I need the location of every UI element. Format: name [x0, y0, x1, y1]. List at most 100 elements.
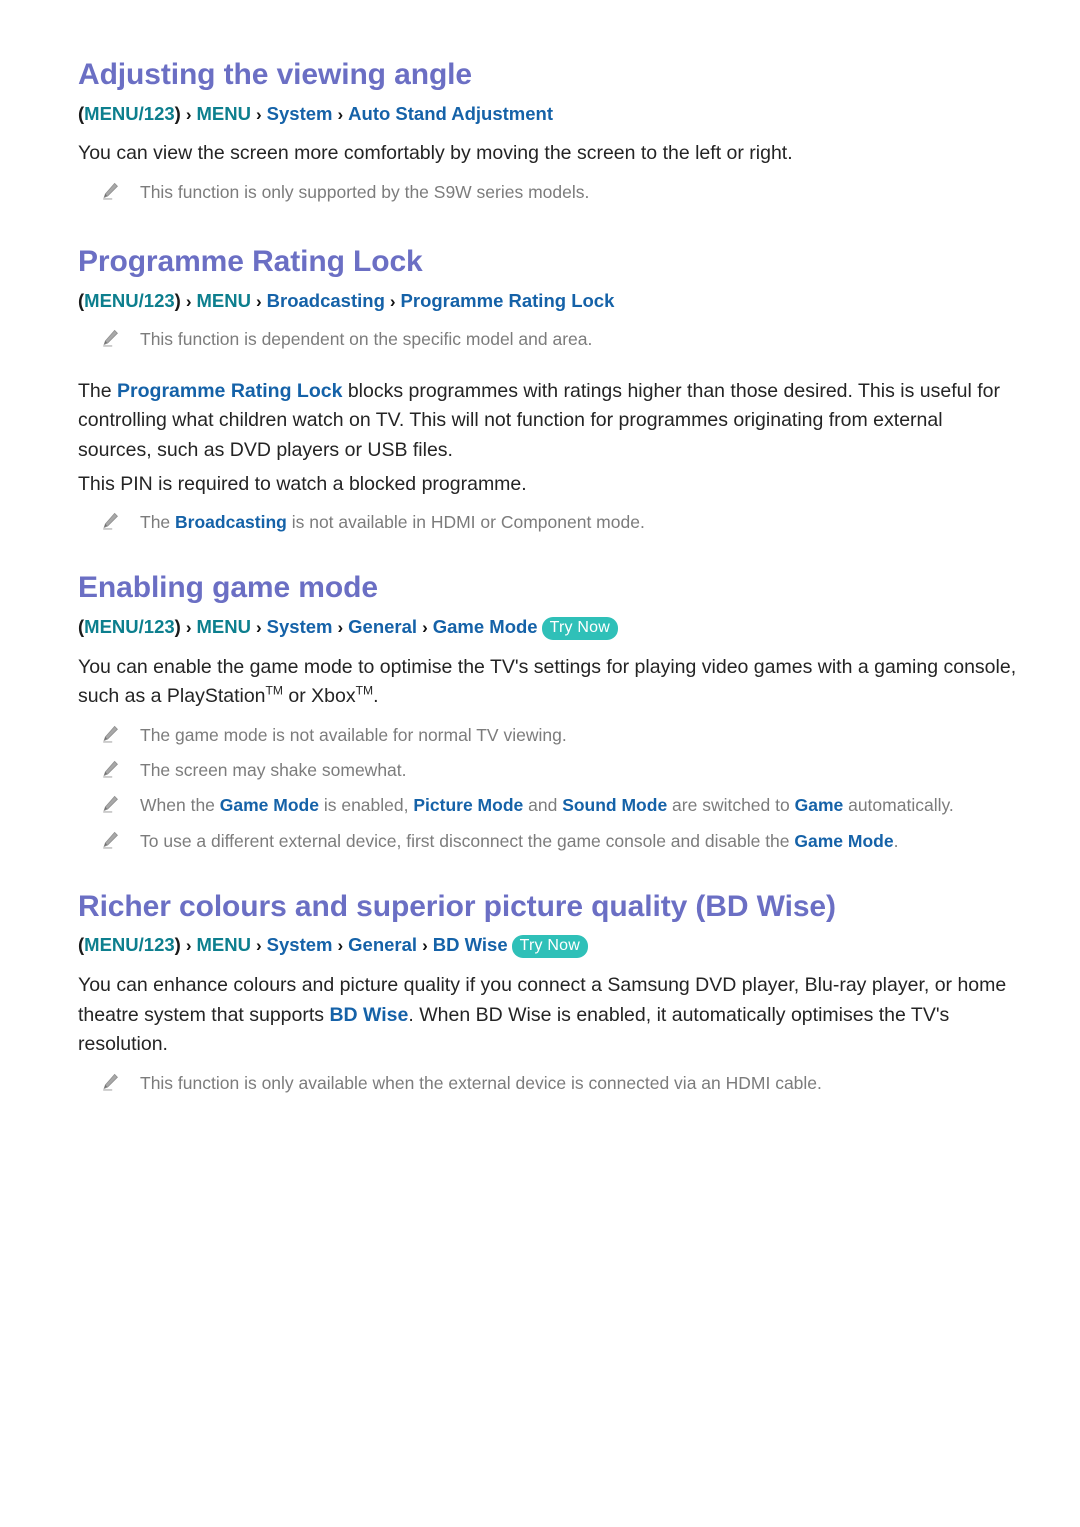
page-title: Richer colours and superior picture qual…	[78, 889, 836, 923]
chevron-right-icon: ›	[422, 617, 428, 637]
breadcrumb-item-system[interactable]: System	[267, 103, 333, 124]
chevron-right-icon: ›	[337, 936, 344, 956]
breadcrumb-item-general[interactable]: General	[348, 934, 417, 955]
note-text: This function is dependent on the specif…	[140, 329, 593, 350]
note-text-d: are switched to	[667, 795, 795, 816]
breadcrumb-item-broadcasting[interactable]: Broadcasting	[267, 290, 385, 311]
body-paragraph: You can enhance colours and picture qual…	[78, 971, 1020, 1060]
section-bd-wise: Richer colours and superior picture qual…	[78, 888, 1020, 1096]
paragraph-text-lead: The	[78, 379, 118, 402]
breadcrumb-item-system[interactable]: System	[267, 616, 333, 637]
paragraph-text-tail: .	[373, 685, 379, 708]
note-item: When the Game Mode is enabled, Picture M…	[78, 792, 1020, 818]
trademark-symbol: TM	[355, 683, 374, 698]
body-paragraph: You can enable the game mode to optimise…	[78, 653, 1020, 712]
note-item: The Broadcasting is not available in HDM…	[78, 509, 1020, 535]
note-text-b: is enabled,	[318, 795, 414, 816]
breadcrumb-item-bd-wise[interactable]: BD Wise	[433, 934, 508, 955]
pencil-icon	[100, 830, 120, 850]
body-paragraph: You can view the screen more comfortably…	[78, 142, 793, 165]
body-paragraph: The Programme Rating Lock blocks program…	[78, 377, 1020, 466]
breadcrumb-item-auto-stand-adjustment[interactable]: Auto Stand Adjustment	[348, 103, 553, 124]
breadcrumb-item-programme-rating-lock[interactable]: Programme Rating Lock	[401, 290, 615, 311]
note-text-e: automatically.	[843, 795, 954, 816]
try-now-badge[interactable]: Try Now	[541, 616, 618, 640]
note-text: The game mode is not available for norma…	[140, 724, 567, 745]
note-item: This function is only available when the…	[78, 1070, 1020, 1096]
note-text-c: and	[523, 795, 563, 816]
chevron-right-icon: ›	[389, 291, 396, 311]
note-text-a: When the	[140, 795, 220, 816]
manual-page: Adjusting the viewing angle (MENU/123) › M…	[0, 0, 1080, 1527]
paragraph-text-lead: You can enable the game mode to optimise…	[78, 655, 1017, 708]
note-text-tail: is not available in HDMI or Component mo…	[286, 512, 645, 533]
note-item: The game mode is not available for norma…	[78, 722, 1020, 748]
inline-link-game[interactable]: Game	[795, 795, 844, 815]
pencil-icon	[100, 328, 120, 348]
pencil-icon	[100, 511, 120, 531]
inline-link-game-mode[interactable]: Game Mode	[794, 831, 893, 851]
breadcrumb-close-paren: )	[174, 934, 181, 956]
note-text: The screen may shake somewhat.	[140, 760, 407, 781]
body-paragraph: This PIN is required to watch a blocked …	[78, 472, 527, 495]
breadcrumb-item-menu123[interactable]: MENU/123	[84, 934, 174, 955]
note-text-lead: The	[140, 512, 176, 533]
breadcrumb-item-menu[interactable]: MENU	[197, 934, 251, 955]
chevron-right-icon: ›	[255, 291, 262, 311]
note-text-b: .	[893, 830, 899, 851]
breadcrumb: (MENU/123) › MENU › System › General › BD Wise Tr…	[78, 931, 1020, 959]
chevron-right-icon: ›	[185, 617, 192, 637]
chevron-right-icon: ›	[255, 104, 262, 124]
breadcrumb-item-menu[interactable]: MENU	[197, 290, 251, 311]
breadcrumb-item-menu123[interactable]: MENU/123	[84, 290, 174, 311]
note-item: This function is dependent on the specif…	[78, 326, 1020, 352]
section-adjusting-viewing-angle: Adjusting the viewing angle (MENU/123) › M…	[78, 56, 1020, 205]
breadcrumb-close-paren: )	[174, 289, 181, 311]
try-now-badge[interactable]: Try Now	[511, 935, 588, 959]
breadcrumb-close-paren: )	[174, 102, 181, 124]
inline-link-game-mode[interactable]: Game Mode	[220, 795, 319, 815]
inline-link-programme-rating-lock[interactable]: Programme Rating Lock	[117, 380, 342, 402]
chevron-right-icon: ›	[255, 936, 262, 956]
chevron-right-icon: ›	[185, 291, 192, 311]
chevron-right-icon: ›	[337, 617, 344, 637]
page-title: Enabling game mode	[78, 571, 378, 605]
pencil-icon	[100, 724, 120, 744]
note-item: This function is only supported by the S…	[78, 179, 1020, 205]
page-title: Programme Rating Lock	[78, 245, 423, 279]
page-title: Adjusting the viewing angle	[78, 58, 472, 91]
chevron-right-icon: ›	[422, 936, 428, 956]
breadcrumb-item-menu123[interactable]: MENU/123	[84, 103, 174, 124]
pencil-icon	[100, 1072, 120, 1092]
paragraph-text-middle: or Xbox	[282, 685, 356, 708]
breadcrumb-item-game-mode[interactable]: Game Mode	[433, 616, 538, 637]
breadcrumb-item-menu[interactable]: MENU	[197, 103, 251, 124]
chevron-right-icon: ›	[337, 104, 344, 124]
trademark-symbol: TM	[265, 683, 283, 698]
breadcrumb-item-general[interactable]: General	[348, 616, 417, 637]
chevron-right-icon: ›	[185, 104, 192, 124]
breadcrumb: (MENU/123) › MENU › System › General › Game Mode…	[78, 613, 1020, 641]
chevron-right-icon: ›	[185, 936, 192, 956]
inline-link-sound-mode[interactable]: Sound Mode	[562, 795, 667, 815]
section-enabling-game-mode: Enabling game mode (MENU/123) › MENU › Syste…	[78, 569, 1020, 854]
breadcrumb: (MENU/123) › MENU › System › Auto Stand Adjust…	[78, 100, 1020, 128]
breadcrumb-item-menu[interactable]: MENU	[197, 616, 251, 637]
breadcrumb-item-system[interactable]: System	[267, 934, 333, 955]
inline-link-picture-mode[interactable]: Picture Mode	[413, 795, 523, 815]
note-item: The screen may shake somewhat.	[78, 757, 1020, 783]
pencil-icon	[100, 181, 120, 201]
pencil-icon	[100, 794, 120, 814]
inline-link-broadcasting[interactable]: Broadcasting	[175, 512, 287, 532]
section-programme-rating-lock: Programme Rating Lock (MENU/123) › MENU › Br…	[78, 243, 1020, 535]
chevron-right-icon: ›	[255, 617, 262, 637]
note-text: This function is only supported by the S…	[140, 181, 590, 202]
breadcrumb-item-menu123[interactable]: MENU/123	[84, 616, 174, 637]
breadcrumb-close-paren: )	[174, 615, 181, 637]
note-item: To use a different external device, firs…	[78, 828, 1020, 854]
breadcrumb: (MENU/123) › MENU › Broadcasting › Programme R…	[78, 287, 1020, 315]
note-text: This function is only available when the…	[140, 1073, 822, 1093]
note-text-a: To use a different external device, firs…	[140, 830, 795, 851]
pencil-icon	[100, 759, 120, 779]
inline-link-bd-wise[interactable]: BD Wise	[329, 1004, 408, 1026]
